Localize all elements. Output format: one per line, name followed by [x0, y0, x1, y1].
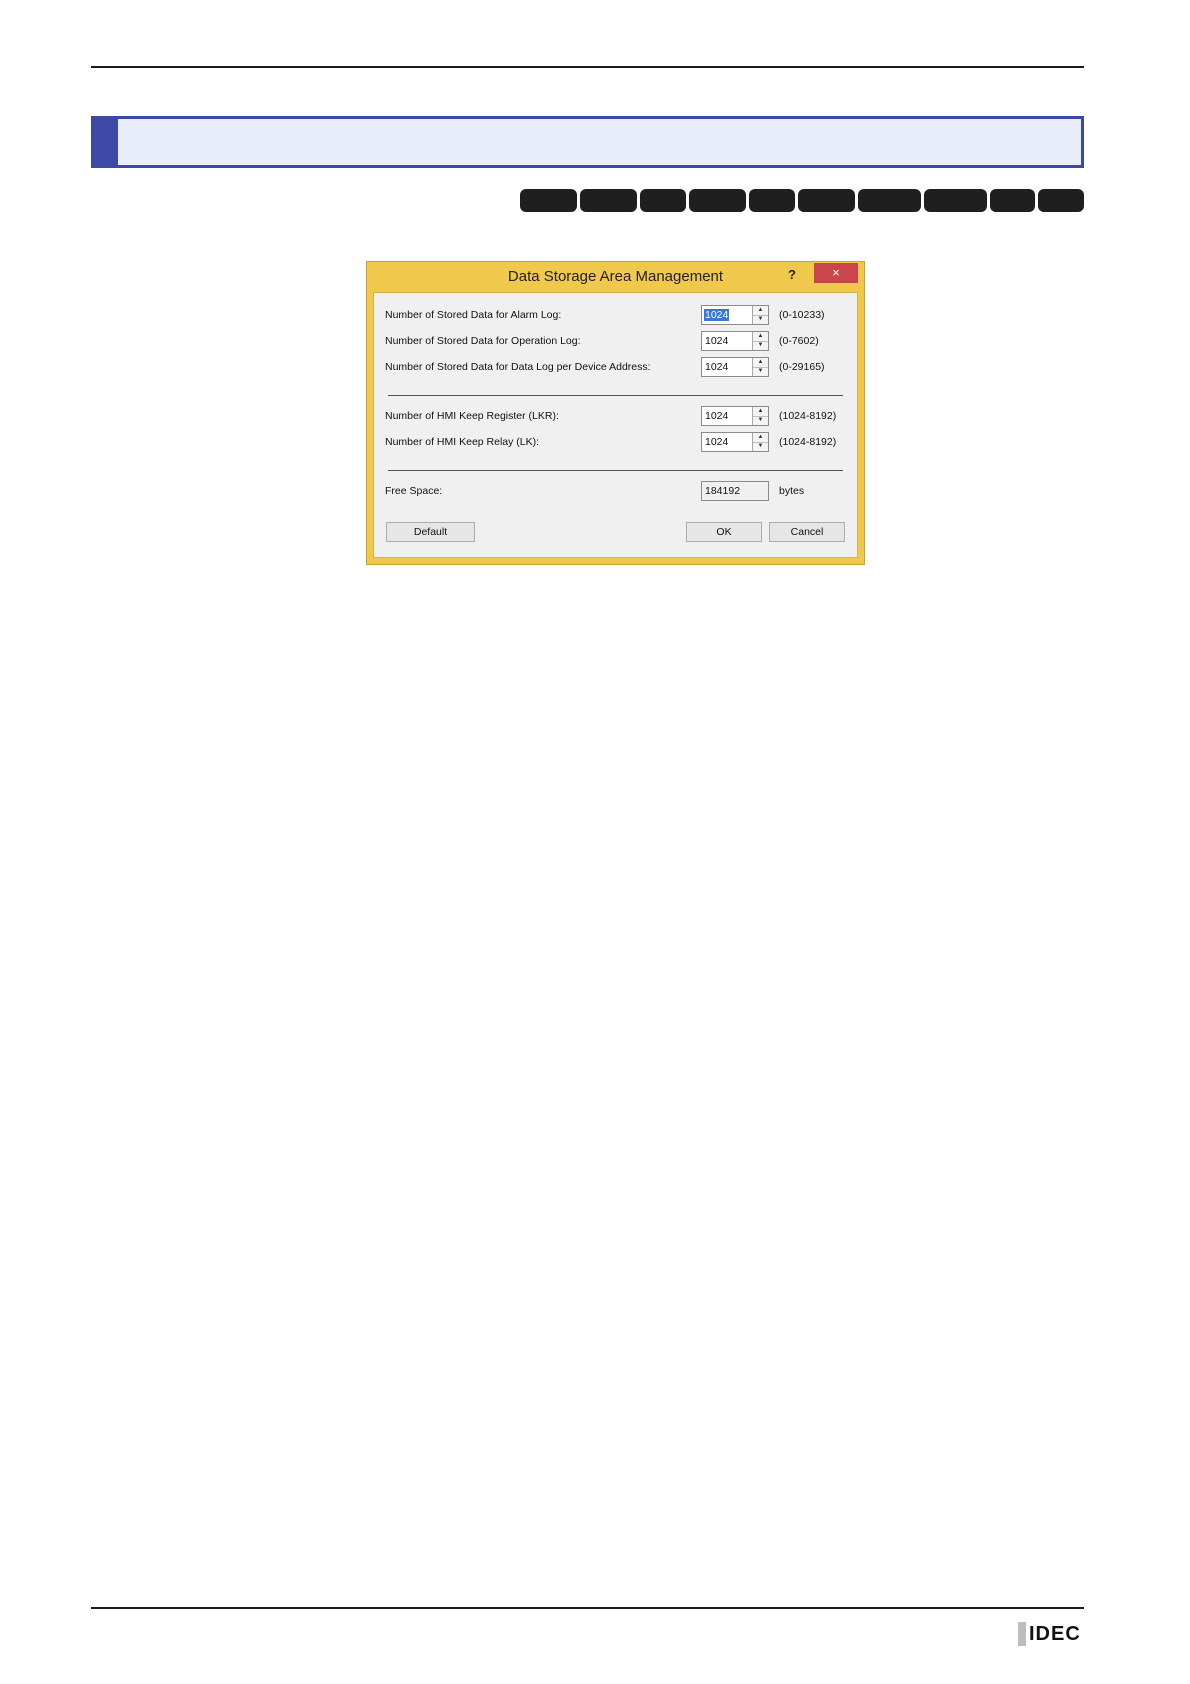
- model-tag: [924, 189, 987, 212]
- keep-relay-spin-buttons[interactable]: ▲ ▼: [752, 433, 768, 451]
- keep-relay-value[interactable]: 1024: [704, 436, 729, 448]
- operation-log-stepper[interactable]: 1024 ▲ ▼: [701, 331, 769, 351]
- ok-button[interactable]: OK: [686, 522, 762, 542]
- data-log-spin-buttons[interactable]: ▲ ▼: [752, 358, 768, 376]
- data-storage-dialog: Data Storage Area Management ? × Number …: [366, 261, 865, 565]
- model-tag: [640, 189, 686, 212]
- keep-register-value[interactable]: 1024: [704, 410, 729, 422]
- keep-relay-stepper[interactable]: 1024 ▲ ▼: [701, 432, 769, 452]
- operation-log-range: (0-7602): [779, 335, 819, 347]
- idec-logo: IDEC: [1018, 1622, 1086, 1646]
- data-log-stepper[interactable]: 1024 ▲ ▼: [701, 357, 769, 377]
- free-space-unit: bytes: [779, 485, 805, 497]
- cancel-button[interactable]: Cancel: [769, 522, 845, 542]
- dialog-client-area: Number of Stored Data for Alarm Log: 102…: [373, 292, 858, 558]
- keep-relay-label: Number of HMI Keep Relay (LK):: [385, 436, 540, 448]
- operation-log-row: Number of Stored Data for Operation Log:…: [385, 331, 857, 353]
- keep-register-spin-buttons[interactable]: ▲ ▼: [752, 407, 768, 425]
- operation-log-label: Number of Stored Data for Operation Log:: [385, 335, 581, 347]
- keep-relay-row: Number of HMI Keep Relay (LK): 1024 ▲ ▼ …: [385, 432, 857, 454]
- default-button[interactable]: Default: [386, 522, 475, 542]
- model-tag: [1038, 189, 1084, 212]
- keep-register-range: (1024-8192): [779, 410, 837, 422]
- model-tag: [798, 189, 855, 212]
- help-button[interactable]: ?: [782, 265, 802, 285]
- model-tag: [990, 189, 1035, 212]
- keep-register-stepper[interactable]: 1024 ▲ ▼: [701, 406, 769, 426]
- free-space-field: 184192: [701, 481, 769, 501]
- model-tag: [689, 189, 746, 212]
- keep-register-label: Number of HMI Keep Register (LKR):: [385, 410, 559, 422]
- model-tag: [858, 189, 921, 212]
- keep-register-row: Number of HMI Keep Register (LKR): 1024 …: [385, 406, 857, 428]
- alarm-log-spin-buttons[interactable]: ▲ ▼: [752, 306, 768, 324]
- operation-log-spin-buttons[interactable]: ▲ ▼: [752, 332, 768, 350]
- alarm-log-value[interactable]: 1024: [704, 309, 730, 321]
- free-space-label: Free Space:: [385, 485, 443, 497]
- alarm-log-stepper[interactable]: 1024 ▲ ▼: [701, 305, 769, 325]
- keep-relay-range: (1024-8192): [779, 436, 837, 448]
- alarm-log-label: Number of Stored Data for Alarm Log:: [385, 309, 562, 321]
- logo-text: IDEC: [1029, 1623, 1081, 1645]
- model-tag: [749, 189, 795, 212]
- operation-log-value[interactable]: 1024: [704, 335, 729, 347]
- separator: [388, 395, 843, 396]
- spin-down-icon[interactable]: ▼: [753, 341, 768, 350]
- footer-rule: [91, 1607, 1084, 1609]
- data-log-range: (0-29165): [779, 361, 825, 373]
- spin-down-icon[interactable]: ▼: [753, 315, 768, 324]
- spin-down-icon[interactable]: ▼: [753, 442, 768, 451]
- data-log-value[interactable]: 1024: [704, 361, 729, 373]
- free-space-row: Free Space: 184192 bytes: [385, 481, 857, 503]
- spin-down-icon[interactable]: ▼: [753, 416, 768, 425]
- data-log-row: Number of Stored Data for Data Log per D…: [385, 357, 857, 379]
- model-tag: [520, 189, 577, 212]
- section-heading-marker: [94, 119, 118, 165]
- logo-mark: [1018, 1622, 1026, 1646]
- close-icon: ×: [832, 265, 840, 280]
- data-log-label: Number of Stored Data for Data Log per D…: [385, 361, 651, 373]
- alarm-log-range: (0-10233): [779, 309, 825, 321]
- separator: [388, 470, 843, 471]
- close-button[interactable]: ×: [814, 263, 858, 283]
- section-heading-bar: [91, 116, 1084, 168]
- free-space-value: 184192: [705, 485, 741, 497]
- model-tag: [580, 189, 637, 212]
- header-rule: [91, 66, 1084, 68]
- spin-down-icon[interactable]: ▼: [753, 367, 768, 376]
- alarm-log-row: Number of Stored Data for Alarm Log: 102…: [385, 305, 857, 327]
